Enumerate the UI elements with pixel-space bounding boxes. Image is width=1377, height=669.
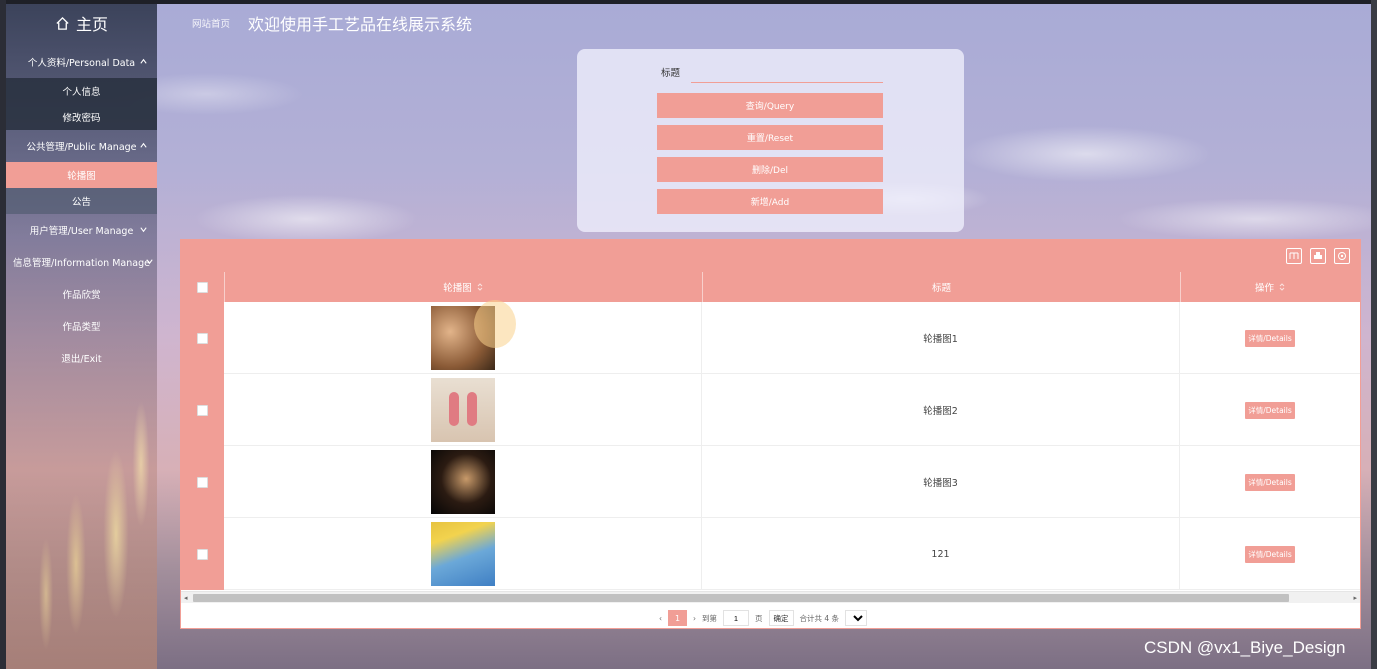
menu-group-user[interactable]: 用户管理/User Manage bbox=[6, 214, 157, 246]
row-title: 轮播图2 bbox=[702, 374, 1180, 446]
search-panel: 标题 查询/Query 重置/Reset 删除/Del 新增/Add bbox=[577, 49, 964, 232]
page-unit-label: 页 bbox=[755, 613, 763, 623]
sidebar-item-personal-info[interactable]: 个人信息 bbox=[6, 78, 157, 104]
watermark: CSDN @vx1_Biye_Design bbox=[1144, 638, 1346, 657]
row-checkbox[interactable] bbox=[197, 332, 208, 344]
page-title: 欢迎使用手工艺品在线展示系统 bbox=[248, 15, 473, 34]
sidebar-item-work-types[interactable]: 作品类型 bbox=[6, 310, 157, 342]
details-button[interactable]: 详情/Details bbox=[1245, 401, 1295, 419]
column-header-actions: 操作 bbox=[1180, 272, 1360, 302]
pagination: ‹ 1 › 到第 页 确定 合计共 4 条 bbox=[659, 609, 868, 627]
title-search-input[interactable] bbox=[691, 61, 883, 83]
query-button[interactable]: 查询/Query bbox=[657, 93, 883, 118]
table-row: 121 详情/Details bbox=[181, 518, 1360, 590]
table-header: 轮播图 标题 操作 bbox=[181, 272, 1360, 302]
menu-group-information[interactable]: 信息管理/Information Manage bbox=[6, 246, 157, 278]
goto-label: 到第 bbox=[702, 613, 717, 623]
row-title: 轮播图3 bbox=[702, 446, 1180, 518]
horizontal-scrollbar[interactable]: ◂ ▸ bbox=[181, 591, 1360, 603]
carousel-thumbnail[interactable] bbox=[430, 450, 495, 514]
sort-icon bbox=[1279, 283, 1285, 291]
breadcrumb[interactable]: 网站首页 bbox=[192, 16, 230, 30]
details-button[interactable]: 详情/Details bbox=[1245, 473, 1295, 491]
sidebar-item-carousel[interactable]: 轮播图 bbox=[6, 162, 157, 188]
delete-button[interactable]: 删除/Del bbox=[657, 157, 883, 182]
goto-page-input[interactable] bbox=[723, 610, 749, 626]
sidebar-item-works[interactable]: 作品欣赏 bbox=[6, 278, 157, 310]
home-link[interactable]: 主页 bbox=[6, 4, 157, 42]
row-checkbox[interactable] bbox=[197, 404, 208, 416]
export-tool[interactable] bbox=[1334, 248, 1350, 264]
sort-icon bbox=[477, 283, 483, 291]
sidebar-item-notice[interactable]: 公告 bbox=[6, 188, 157, 214]
select-all-checkbox[interactable] bbox=[197, 281, 208, 293]
chevron-down-icon bbox=[140, 227, 147, 233]
row-checkbox[interactable] bbox=[197, 476, 208, 488]
details-button[interactable]: 详情/Details bbox=[1245, 329, 1295, 347]
chevron-up-icon bbox=[140, 58, 147, 64]
sidebar: 主页 个人资料/Personal Data 个人信息 修改密码 公共管理/Pub… bbox=[6, 4, 157, 669]
table-row: 轮播图1 详情/Details bbox=[181, 302, 1360, 374]
prev-page-icon[interactable]: ‹ bbox=[659, 614, 662, 623]
export-icon bbox=[1338, 252, 1346, 260]
next-page-icon[interactable]: › bbox=[693, 614, 696, 623]
table-card: 轮播图 标题 操作 轮播图1 详情/Details 轮播图2 详情/Detail… bbox=[180, 239, 1361, 629]
details-button[interactable]: 详情/Details bbox=[1245, 545, 1295, 563]
table-toolbar bbox=[181, 240, 1360, 272]
search-label: 标题 bbox=[661, 68, 681, 79]
page-size-select[interactable] bbox=[845, 610, 868, 626]
cursor-highlight bbox=[474, 300, 516, 348]
sidebar-item-exit[interactable]: 退出/Exit bbox=[6, 342, 157, 374]
columns-tool[interactable] bbox=[1286, 248, 1302, 264]
scroll-left-icon[interactable]: ◂ bbox=[184, 594, 188, 602]
table-row: 轮播图2 详情/Details bbox=[181, 374, 1360, 446]
columns-icon bbox=[1289, 252, 1299, 259]
row-checkbox[interactable] bbox=[197, 548, 208, 560]
carousel-thumbnail[interactable] bbox=[430, 522, 495, 586]
menu-group-public[interactable]: 公共管理/Public Manage bbox=[6, 130, 157, 162]
home-icon bbox=[56, 16, 69, 30]
home-label: 主页 bbox=[75, 15, 108, 34]
row-title: 121 bbox=[702, 518, 1180, 590]
sidebar-item-change-password[interactable]: 修改密码 bbox=[6, 104, 157, 130]
total-count: 合计共 4 条 bbox=[799, 613, 840, 623]
table-row: 轮播图3 详情/Details bbox=[181, 446, 1360, 518]
column-header-image[interactable]: 轮播图 bbox=[224, 272, 702, 302]
chevron-down-icon bbox=[146, 259, 153, 265]
print-tool[interactable] bbox=[1310, 248, 1326, 264]
menu-group-personal[interactable]: 个人资料/Personal Data bbox=[6, 46, 157, 78]
chevron-up-icon bbox=[140, 142, 147, 148]
carousel-thumbnail[interactable] bbox=[430, 378, 495, 442]
add-button[interactable]: 新增/Add bbox=[657, 189, 883, 214]
scroll-thumb[interactable] bbox=[193, 594, 1289, 602]
reset-button[interactable]: 重置/Reset bbox=[657, 125, 883, 150]
print-icon bbox=[1314, 252, 1322, 259]
row-title: 轮播图1 bbox=[702, 302, 1180, 374]
header: 网站首页 欢迎使用手工艺品在线展示系统 bbox=[157, 4, 1371, 42]
column-header-title[interactable]: 标题 bbox=[702, 272, 1180, 302]
scroll-right-icon[interactable]: ▸ bbox=[1353, 594, 1357, 602]
select-all-cell[interactable] bbox=[181, 272, 224, 302]
current-page[interactable]: 1 bbox=[668, 610, 687, 626]
goto-confirm-button[interactable]: 确定 bbox=[768, 610, 794, 626]
